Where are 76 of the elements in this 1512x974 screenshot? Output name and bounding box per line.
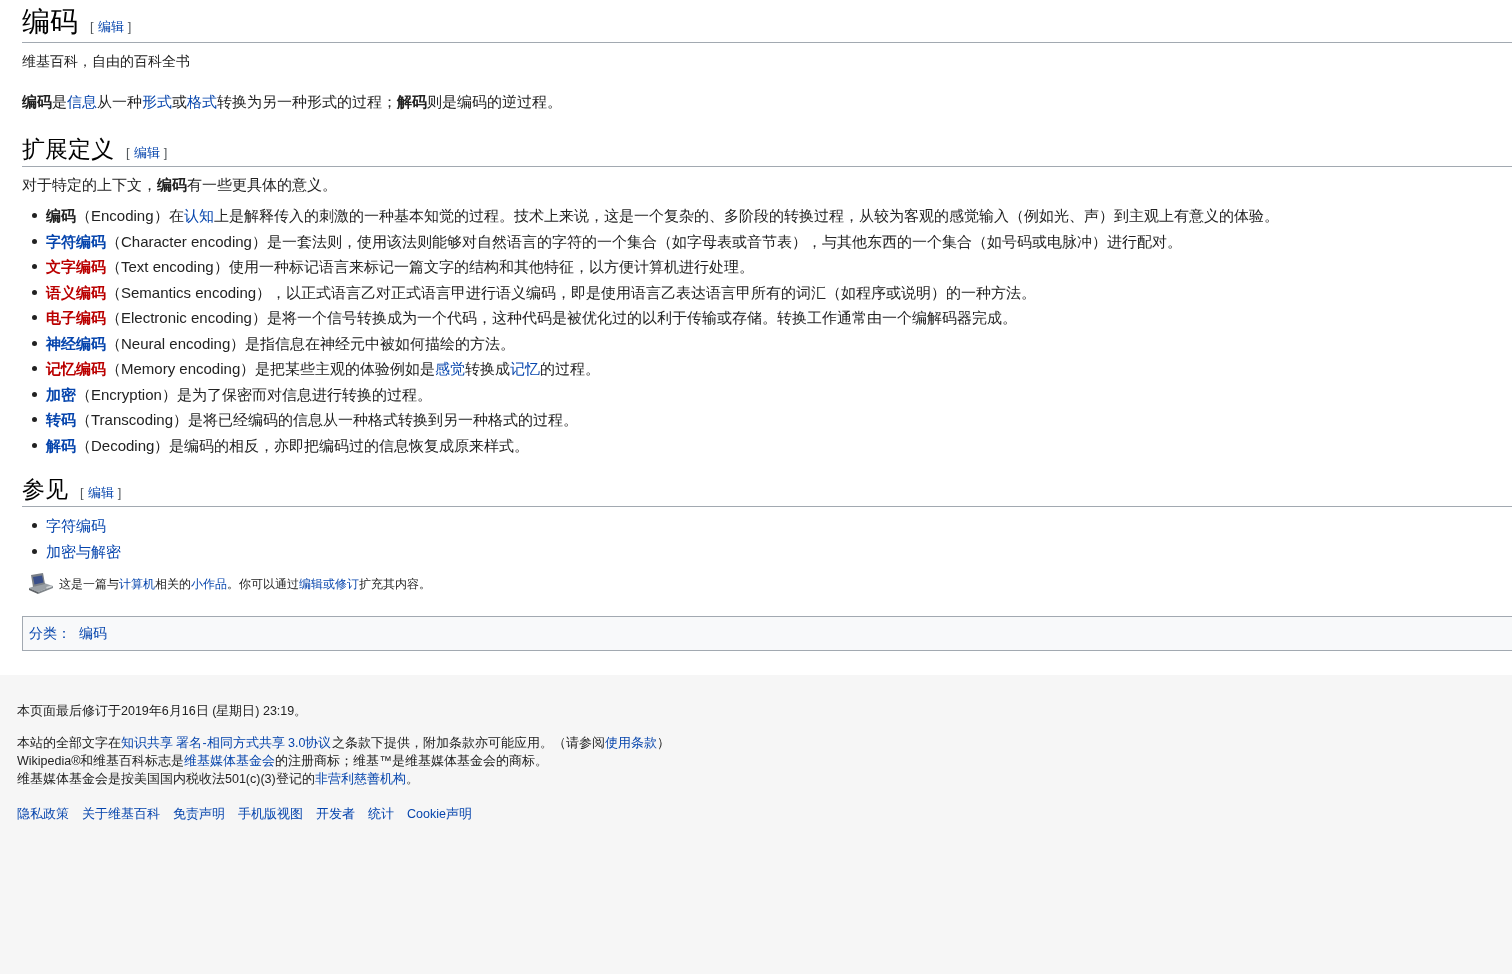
footer-link[interactable]: 手机版视图 (238, 805, 303, 823)
list-item: 神经编码（Neural encoding）是指信息在神经元中被如何描绘的方法。 (46, 333, 516, 354)
bracket: ] (117, 484, 122, 502)
bullet-icon (32, 442, 37, 448)
list-item: 加密（Encryption）是为了保密而对信息进行转换的过程。 (46, 384, 432, 405)
link[interactable]: 神经编码 (46, 334, 106, 352)
bullet-icon (32, 391, 37, 397)
footer-text: 本站的全部文字在知识共享 署名-相同方式共享 3.0协议之条款下提供，附加条款亦可能应用。（请参阅使用条款） (17, 735, 671, 752)
link[interactable]: 记忆 (510, 360, 541, 377)
list-item: 文字编码（Text encoding）使用一种标记语言来标记一篇文字的结构和其他特征，以方便计算机进行处理。 (46, 257, 754, 277)
link[interactable]: 格式 (187, 93, 217, 110)
list-item: 字符编码（Character encoding）是一套法则，使用该法则能够对自然语言的字符的一个集合（如字母表或音节表），与其他东西的一个集合（如号码或电脉冲）进行配对。 (46, 231, 1182, 252)
link[interactable]: 加密与解密 (46, 542, 121, 560)
footer-text: Wikipedia®和维基百科标志是维基媒体基金会的注册商标；维基™是维基媒体基金会的商标。 (17, 753, 549, 770)
bracket: [ (90, 18, 94, 36)
bracket: ] (127, 18, 132, 36)
link[interactable]: 记忆编码 (46, 360, 106, 377)
computer-icon (26, 572, 54, 596)
link[interactable]: 知识共享 署名-相同方式共享 3.0协议 (121, 736, 332, 750)
footer-text: 维基媒体基金会是按美国国内税收法501(c)(3)登记的非营利慈善机构。 (17, 771, 420, 788)
link[interactable]: 非营利慈善机构 (314, 772, 406, 786)
category-label[interactable]: 分类： (29, 623, 71, 644)
bullet-icon (32, 213, 37, 219)
intro-paragraph: 编码是信息从一种形式或格式转换为另一种形式的过程；解码则是编码的逆过程。 (22, 92, 563, 112)
paragraph: 对于特定的上下文，编码有一些更具体的意义。 (22, 175, 338, 195)
bracket: [ (80, 484, 84, 502)
section-heading: 扩展定义 (22, 135, 114, 164)
list-item: 电子编码（Electronic encoding）是将一个信号转换成为一个代码，这种代码是被优化过的以利于传输或存储。转换工作通常由一个编解码器完成。 (46, 308, 1017, 328)
link[interactable]: 电子编码 (46, 309, 106, 326)
link[interactable]: 计算机 (119, 577, 155, 591)
section-heading: 参见 (22, 475, 68, 504)
link[interactable]: 编辑或修订 (299, 577, 359, 591)
bullet-icon (32, 315, 37, 321)
link[interactable]: 形式 (142, 93, 172, 110)
bullet-icon (32, 340, 37, 346)
edit-link[interactable]: 编辑 (97, 17, 124, 37)
edit-link[interactable]: 编辑 (87, 483, 114, 503)
link[interactable]: 维基媒体基金会 (184, 754, 276, 768)
link[interactable]: 字符编码 (46, 517, 106, 534)
bracket: ] (163, 144, 168, 162)
link[interactable]: 小作品 (191, 577, 227, 591)
list-item: 编码（Encoding）在认知上是解释传入的刺激的一种基本知觉的过程。技术上来说，这是一个复杂的、多阶段的转换过程，从较为客观的感觉输入（例如光、声）到主观上有意义的体验。 (46, 206, 1279, 226)
bullet-icon (32, 523, 37, 529)
stub-notice: 这是一篇与计算机相关的小作品。你可以通过编辑或修订扩充其内容。 (59, 576, 431, 593)
link[interactable]: 解码 (46, 436, 76, 454)
list-item: 记忆编码（Memory encoding）是把某些主观的体验例如是感觉转换成记忆的过程。 (46, 359, 601, 379)
category-link[interactable]: 编码 (79, 623, 107, 644)
footer-link[interactable]: Cookie声明 (407, 805, 472, 823)
edit-link[interactable]: 编辑 (133, 143, 160, 163)
tagline: 维基百科，自由的百科全书 (22, 52, 191, 71)
list-item: 解码（Decoding）是编码的相反，亦即把编码过的信息恢复成原来样式。 (46, 435, 530, 456)
link[interactable]: 字符编码 (46, 232, 106, 250)
footer-text: 本页面最后修订于2019年6月16日 (星期日) 23:19。 (17, 703, 309, 720)
link[interactable]: 加密 (46, 385, 76, 403)
bullet-icon (32, 417, 37, 423)
footer-link[interactable]: 开发者 (316, 805, 355, 823)
footer-link[interactable]: 免责声明 (173, 805, 225, 823)
link[interactable]: 信息 (67, 93, 97, 110)
bullet-icon (32, 264, 37, 270)
section-heading: 编码 (22, 5, 78, 39)
bracket: [ (126, 144, 130, 162)
link[interactable]: 文字编码 (46, 258, 106, 275)
link[interactable]: 感觉 (435, 360, 466, 377)
list-item: 语义编码（Semantics encoding），以正式语言乙对正式语言甲进行语义编码，即是使用语言乙表达语言甲所有的词汇（如程序或说明）的一种方法。 (46, 282, 1037, 303)
bullet-icon (32, 366, 37, 372)
bullet-icon (32, 289, 37, 295)
bullet-icon (32, 548, 37, 554)
link[interactable]: 转码 (46, 411, 76, 428)
link[interactable]: 语义编码 (46, 283, 106, 301)
footer-link[interactable]: 统计 (368, 805, 394, 823)
footer-link[interactable]: 隐私政策 (17, 805, 69, 823)
footer-link[interactable]: 关于维基百科 (82, 805, 160, 823)
list-item: 转码（Transcoding）是将已经编码的信息从一种格式转换到另一种格式的过程。 (46, 410, 578, 430)
bullet-icon (32, 238, 37, 244)
link[interactable]: 认知 (183, 207, 214, 224)
link[interactable]: 使用条款 (604, 736, 657, 750)
